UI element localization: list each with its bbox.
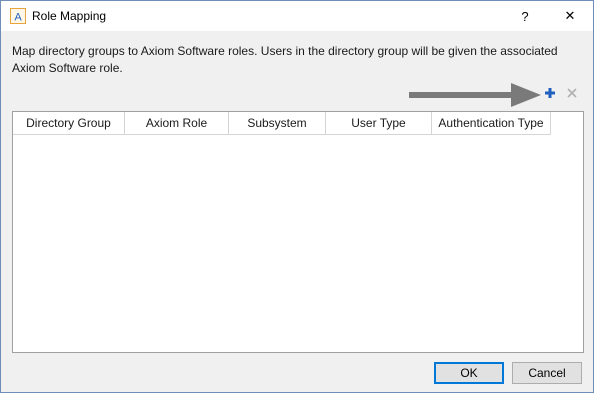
x-icon — [567, 87, 577, 101]
title-bar: A Role Mapping ? ✕ — [1, 1, 593, 31]
close-icon: ✕ — [564, 8, 576, 23]
column-header-user-type[interactable]: User Type — [326, 112, 432, 134]
ok-button[interactable]: OK — [434, 362, 504, 384]
plus-icon — [544, 87, 556, 102]
callout-arrow-icon — [407, 81, 545, 109]
add-mapping-button[interactable] — [542, 86, 558, 102]
cancel-button[interactable]: Cancel — [512, 362, 582, 384]
column-header-subsystem[interactable]: Subsystem — [229, 112, 326, 134]
window-title: Role Mapping — [32, 9, 107, 23]
svg-text:A: A — [14, 12, 22, 24]
column-header-authentication-type[interactable]: Authentication Type — [432, 112, 551, 134]
remove-mapping-button[interactable] — [564, 86, 580, 102]
role-mapping-grid[interactable]: Directory Group Axiom Role Subsystem Use… — [12, 111, 584, 353]
axiom-app-icon: A — [10, 8, 26, 24]
close-button[interactable]: ✕ — [548, 1, 592, 31]
help-button[interactable]: ? — [503, 1, 547, 31]
grid-header: Directory Group Axiom Role Subsystem Use… — [13, 112, 551, 135]
role-mapping-dialog: A Role Mapping ? ✕ Map directory groups … — [0, 0, 594, 393]
dialog-description: Map directory groups to Axiom Software r… — [12, 44, 558, 75]
column-header-directory-group[interactable]: Directory Group — [13, 112, 125, 134]
help-icon: ? — [521, 8, 529, 24]
column-header-axiom-role[interactable]: Axiom Role — [125, 112, 229, 134]
